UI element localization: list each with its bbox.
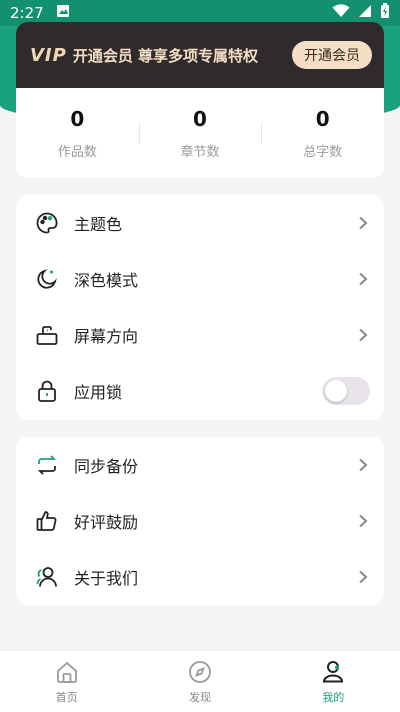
toggle-knob: [325, 380, 347, 402]
settings-row-label: 屏幕方向: [74, 327, 139, 346]
settings-row-label: 主题色: [74, 215, 123, 234]
settings-row-label: 关于我们: [74, 569, 139, 588]
stats-card: 0 作品数 0 章节数 0 总字数: [16, 88, 384, 178]
settings-row-screen-orientation[interactable]: 屏幕方向: [16, 307, 384, 363]
vip-logo: VIP: [30, 44, 67, 66]
stat-label: 作品数: [57, 144, 97, 160]
app-lock-toggle[interactable]: [322, 377, 370, 405]
tab-label: 我的: [322, 690, 345, 704]
users-icon: [34, 564, 60, 590]
open-membership-button[interactable]: 开通会员: [292, 41, 372, 69]
settings-row-label: 深色模式: [74, 271, 139, 290]
stat-label: 总字数: [303, 144, 343, 160]
stat-value: 0: [193, 106, 207, 131]
stat-label: 章节数: [180, 144, 220, 160]
chevron-right-icon: [356, 570, 370, 584]
tab-discover[interactable]: 发现: [133, 651, 266, 712]
image-notification-icon: [56, 4, 70, 22]
tab-label: 发现: [188, 690, 211, 704]
palette-icon: [34, 210, 60, 236]
sync-icon: [34, 452, 60, 478]
wifi-icon: [332, 4, 350, 22]
settings-row-label: 同步备份: [74, 457, 139, 476]
settings-row-about-us[interactable]: 关于我们: [16, 549, 384, 605]
vip-banner-text: 开通会员 尊享多项专属特权: [72, 46, 259, 65]
stat-works[interactable]: 0 作品数: [16, 88, 139, 178]
home-icon: [54, 659, 80, 685]
bottom-tab-bar: 首页 发现 我的: [0, 650, 400, 712]
chevron-right-icon: [356, 272, 370, 286]
tab-mine[interactable]: 我的: [267, 651, 400, 712]
stat-value: 0: [70, 106, 85, 131]
screen-rotate-icon: [34, 322, 60, 348]
profile-icon: [320, 659, 346, 685]
status-time: 2:27: [10, 4, 44, 22]
settings-row-app-lock: 应用锁: [16, 363, 384, 419]
tab-home[interactable]: 首页: [0, 651, 133, 712]
stat-value: 0: [315, 106, 330, 131]
battery-icon: [380, 3, 390, 23]
chevron-right-icon: [356, 514, 370, 528]
stat-chapters[interactable]: 0 章节数: [138, 88, 262, 178]
settings-row-sync-backup[interactable]: 同步备份: [16, 437, 384, 493]
settings-row-label: 好评鼓励: [74, 513, 139, 532]
chevron-right-icon: [356, 328, 370, 342]
stat-words[interactable]: 0 总字数: [261, 88, 384, 178]
compass-icon: [187, 659, 213, 685]
settings-row-theme-color[interactable]: 主题色: [16, 195, 384, 251]
chevron-right-icon: [356, 216, 370, 230]
signal-icon: [358, 4, 372, 22]
thumbs-up-icon: [34, 508, 60, 534]
chevron-right-icon: [356, 458, 370, 472]
settings-row-rate-us[interactable]: 好评鼓励: [16, 493, 384, 549]
settings-card-general: 同步备份 好评鼓励 关于我们: [16, 437, 384, 605]
settings-row-dark-mode[interactable]: 深色模式: [16, 251, 384, 307]
moon-icon: [34, 266, 60, 292]
tab-label: 首页: [55, 690, 78, 704]
vip-banner[interactable]: VIP 开通会员 尊享多项专属特权 开通会员: [16, 22, 384, 88]
settings-card-appearance: 主题色 深色模式 屏幕方向 应用锁: [16, 195, 384, 420]
settings-row-label: 应用锁: [74, 383, 123, 402]
lock-icon: [34, 378, 60, 404]
